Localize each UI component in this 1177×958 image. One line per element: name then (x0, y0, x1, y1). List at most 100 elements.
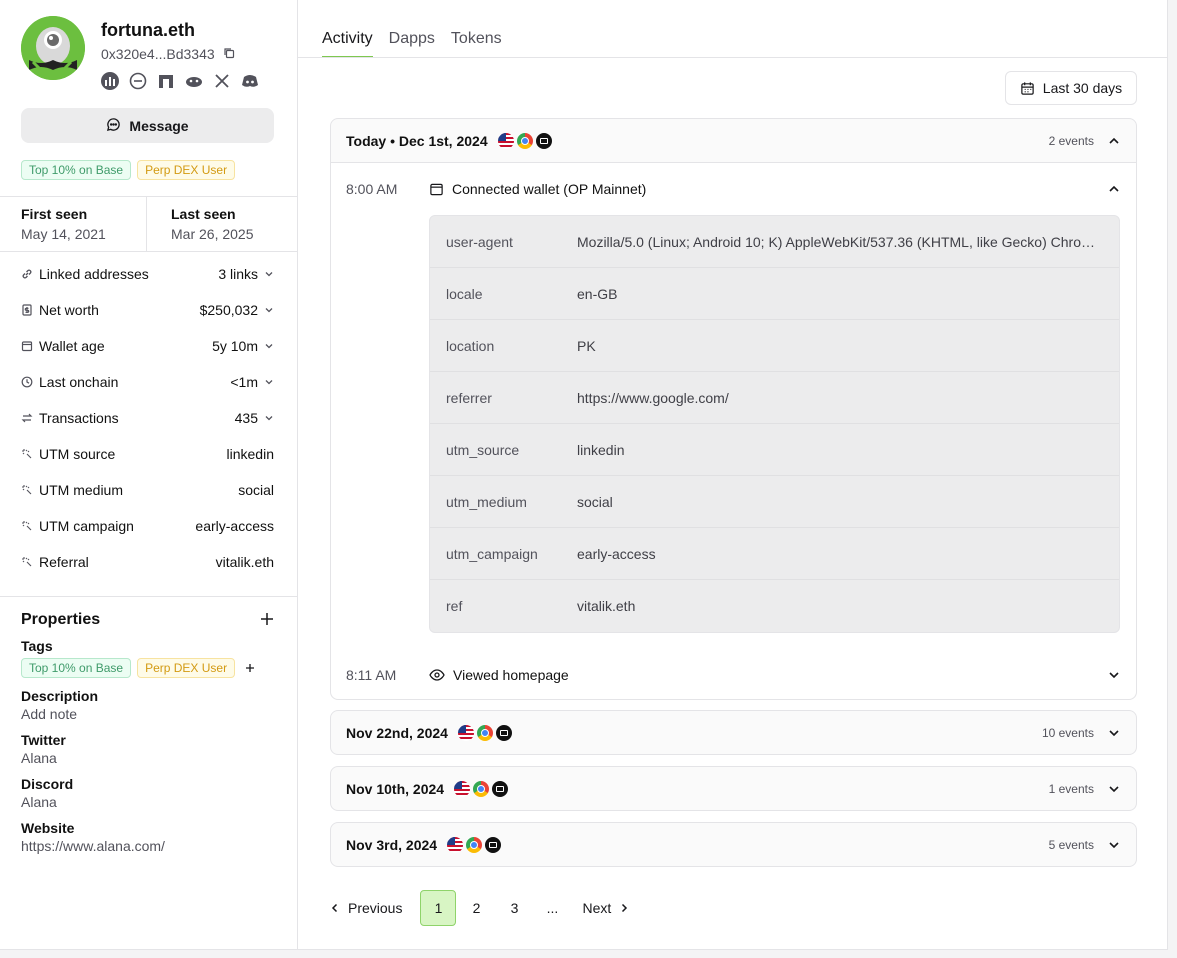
stat-linked-addresses[interactable]: Linked addresses 3 links (21, 256, 274, 292)
previous-label: Previous (348, 900, 403, 916)
page-3[interactable]: 3 (496, 890, 532, 926)
website-label: Website (21, 820, 75, 836)
stat-label: Net worth (39, 302, 99, 318)
group-date: Nov 22nd, 2024 (346, 724, 448, 741)
divider (146, 197, 147, 251)
group-header[interactable]: Nov 22nd, 2024 10 events (331, 711, 1136, 754)
add-property-icon[interactable] (260, 610, 274, 630)
stat-label: UTM source (39, 446, 116, 462)
stat-value: early-access (195, 518, 274, 534)
chevron-down-icon[interactable] (1108, 839, 1120, 851)
stat-value: linkedin (226, 446, 274, 462)
detail-key: utm_medium (446, 493, 527, 510)
stat-transactions[interactable]: Transactions 435 (21, 400, 274, 436)
detail-key: utm_source (446, 441, 520, 458)
detail-row: location PK (430, 320, 1119, 372)
pagination: Previous 1 2 3 ... Next (330, 890, 629, 926)
discord-value: Alana (21, 794, 57, 810)
divider (0, 251, 297, 252)
last-seen: Last seen Mar 26, 2025 (171, 197, 254, 251)
app-frame: fortuna.eth 0x320e4...Bd3343 Message Top… (0, 0, 1168, 950)
divider (0, 596, 297, 597)
event-count: 2 events (1048, 133, 1094, 148)
profile-tags: Top 10% on Base Perp DEX User (21, 160, 236, 180)
page-1[interactable]: 1 (420, 890, 457, 926)
event-row[interactable]: 8:00 AM Connected wallet (OP Mainnet) (331, 163, 1136, 215)
discord-label: Discord (21, 776, 74, 792)
stat-label: Transactions (39, 410, 119, 426)
first-seen-label: First seen (21, 206, 88, 222)
chevron-down-icon[interactable] (1108, 669, 1120, 681)
copy-icon[interactable] (223, 46, 235, 62)
discord-icon[interactable] (241, 72, 259, 90)
activity-group: Nov 3rd, 2024 5 events (330, 822, 1137, 867)
sunflower-icon[interactable] (185, 72, 203, 90)
chart-app-icon[interactable] (101, 72, 119, 90)
event-count: 1 events (1048, 781, 1094, 796)
tags-list: Top 10% on Base Perp DEX User (21, 658, 274, 678)
swap-icon (21, 412, 33, 424)
tag-top10-base[interactable]: Top 10% on Base (21, 658, 132, 678)
chevron-up-icon[interactable] (1108, 183, 1120, 195)
stat-label: UTM medium (39, 482, 124, 498)
group-header[interactable]: Today • Dec 1st, 2024 2 events (331, 119, 1136, 162)
date-range-label: Last 30 days (1042, 80, 1123, 96)
event-row[interactable]: 8:11 AM Viewed homepage (331, 633, 1136, 699)
message-button[interactable]: Message (21, 108, 274, 143)
stat-value: <1m (230, 374, 258, 390)
group-date: Nov 10th, 2024 (346, 780, 445, 797)
detail-key: locale (446, 285, 483, 302)
tab-activity[interactable]: Activity (322, 30, 373, 58)
lens-icon[interactable] (129, 72, 147, 90)
gate-icon[interactable] (157, 72, 175, 90)
stat-net-worth[interactable]: Net worth $250,032 (21, 292, 274, 328)
activity-group: Nov 22nd, 2024 10 events (330, 710, 1137, 755)
event-details: user-agent Mozilla/5.0 (Linux; Android 10… (429, 215, 1120, 633)
group-header[interactable]: Nov 10th, 2024 1 events (331, 767, 1136, 810)
tag-perp-dex[interactable]: Perp DEX User (137, 658, 236, 678)
chevron-down-icon[interactable] (1108, 727, 1120, 739)
chevron-down-icon (264, 413, 274, 423)
chrome-icon (476, 724, 493, 741)
detail-row: utm_source linkedin (430, 424, 1119, 476)
add-tag-icon[interactable] (245, 663, 255, 673)
eye-icon (429, 667, 445, 683)
x-icon[interactable] (213, 72, 231, 90)
tab-tokens[interactable]: Tokens (451, 30, 502, 58)
stat-last-onchain[interactable]: Last onchain <1m (21, 364, 274, 400)
detail-value: social (577, 493, 613, 510)
group-date: Today • Dec 1st, 2024 (346, 132, 488, 149)
next-button[interactable]: Next (582, 900, 629, 916)
page-2[interactable]: 2 (458, 890, 494, 926)
detail-row: referrer https://www.google.com/ (430, 372, 1119, 424)
detail-value: early-access (577, 545, 656, 562)
chevron-up-icon[interactable] (1108, 135, 1120, 147)
detail-key: user-agent (446, 233, 513, 250)
stats-list: Linked addresses 3 links Net worth $250,… (21, 256, 274, 580)
detail-row: ref vitalik.eth (430, 580, 1119, 632)
stat-label: Linked addresses (39, 266, 149, 282)
description-value[interactable]: Add note (21, 706, 274, 722)
chevron-down-icon[interactable] (1108, 783, 1120, 795)
chevron-down-icon (264, 305, 274, 315)
previous-button[interactable]: Previous (330, 900, 402, 916)
website-value[interactable]: https://www.alana.com/ (21, 838, 274, 854)
detail-value: en-GB (577, 285, 618, 302)
dollar-icon (21, 304, 33, 316)
group-header[interactable]: Nov 3rd, 2024 5 events (331, 823, 1136, 866)
profile-sidebar: fortuna.eth 0x320e4...Bd3343 Message Top… (0, 0, 298, 950)
last-seen-value: Mar 26, 2025 (171, 226, 254, 242)
tab-dapps[interactable]: Dapps (389, 30, 435, 58)
clock-icon (21, 376, 33, 388)
chevron-down-icon (264, 341, 274, 351)
chevron-right-icon (619, 903, 629, 913)
message-label: Message (129, 117, 189, 134)
desktop-icon (492, 780, 509, 797)
detail-row: user-agent Mozilla/5.0 (Linux; Android 10… (430, 216, 1119, 268)
stat-wallet-age[interactable]: Wallet age 5y 10m (21, 328, 274, 364)
main-panel: Activity Dapps Tokens Last 30 days Today… (298, 0, 1168, 950)
detail-value: linkedin (577, 441, 625, 458)
desktop-icon (485, 836, 502, 853)
date-range-button[interactable]: Last 30 days (1005, 71, 1137, 105)
avatar (21, 16, 85, 80)
